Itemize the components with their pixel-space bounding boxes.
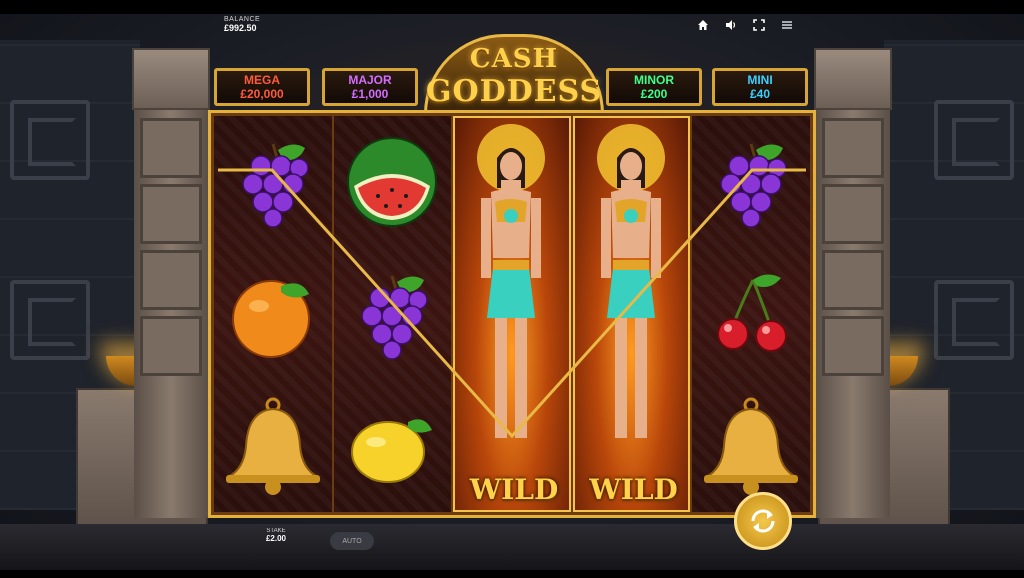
reel-2 [333, 116, 452, 512]
goddess-figure [477, 124, 546, 438]
wall-glyph [10, 280, 90, 360]
jackpot-label: MEGA [244, 73, 280, 87]
reel-grid: WILD WILD [214, 116, 810, 512]
right-pillar [814, 48, 892, 518]
stake-display[interactable]: STAKE £2.00 [258, 528, 294, 543]
jackpot-major: MAJOR £1,000 [322, 68, 418, 106]
pillar-segment [140, 250, 202, 310]
grapes-symbol [692, 116, 810, 248]
stake-label: STAKE [266, 528, 286, 534]
reel-3-wild: WILD [453, 116, 571, 512]
pillar-segment [140, 316, 202, 376]
jackpot-label: MAJOR [348, 73, 392, 87]
pillar-segment [822, 316, 884, 376]
jackpot-value: £200 [640, 87, 668, 101]
spin-arrows-icon [751, 509, 775, 533]
jackpot-mega: MEGA £20,000 [214, 68, 310, 106]
game-logo: CASH GODDESS [414, 30, 614, 114]
bell-symbol [214, 380, 332, 512]
jackpot-label: MINOR [634, 73, 674, 87]
lemon-symbol [334, 380, 452, 512]
game-scene: BALANCE £992.50 MEGA £20,000 MAJOR £1,00… [0, 0, 1024, 578]
wall-glyph [934, 100, 1014, 180]
balance-display: BALANCE £992.50 [224, 16, 260, 33]
jackpot-value: £40 [749, 87, 771, 101]
cherries-symbol [692, 248, 810, 380]
top-icon-bar [696, 18, 794, 32]
logo-line-2: GODDESS [425, 74, 603, 109]
bell-symbol [692, 380, 810, 512]
grapes-symbol [334, 248, 452, 380]
reel-4-wild: WILD [572, 116, 691, 512]
reel-1 [214, 116, 332, 512]
orange-symbol [214, 248, 332, 380]
wall-glyph [10, 100, 90, 180]
pillar-segment [822, 118, 884, 178]
spin-button[interactable] [734, 492, 792, 550]
goddess-figure [596, 124, 665, 438]
pillar-segment [822, 184, 884, 244]
home-icon[interactable] [696, 18, 710, 32]
pillar-capital [814, 48, 892, 110]
balance-label: BALANCE [224, 16, 261, 23]
jackpot-label: MINI [747, 73, 773, 87]
wall-glyph [934, 280, 1014, 360]
auto-button[interactable]: AUTO [330, 532, 374, 550]
pillar-segment [140, 184, 202, 244]
pillar-capital [132, 48, 210, 110]
bottom-bar [0, 570, 1024, 578]
jackpot-minor: MINOR £200 [606, 68, 702, 106]
watermelon-symbol [334, 116, 452, 248]
stake-value: £2.00 [265, 534, 287, 543]
logo-line-1: CASH [469, 44, 559, 74]
jackpot-value: £20,000 [240, 87, 284, 101]
wild-label: WILD [469, 473, 559, 506]
reel-5 [692, 116, 810, 512]
menu-icon[interactable] [780, 18, 794, 32]
grapes-symbol [214, 116, 332, 248]
left-pillar [132, 48, 210, 518]
pillar-segment [140, 118, 202, 178]
balance-value: £992.50 [224, 23, 257, 33]
jackpot-mini: MINI £40 [712, 68, 808, 106]
top-bar [0, 0, 1024, 14]
wild-label: WILD [589, 473, 678, 506]
control-bar [0, 524, 1024, 570]
jackpot-value: £1,000 [351, 87, 389, 101]
sound-icon[interactable] [724, 18, 738, 32]
pillar-segment [822, 250, 884, 310]
fullscreen-icon[interactable] [752, 18, 766, 32]
